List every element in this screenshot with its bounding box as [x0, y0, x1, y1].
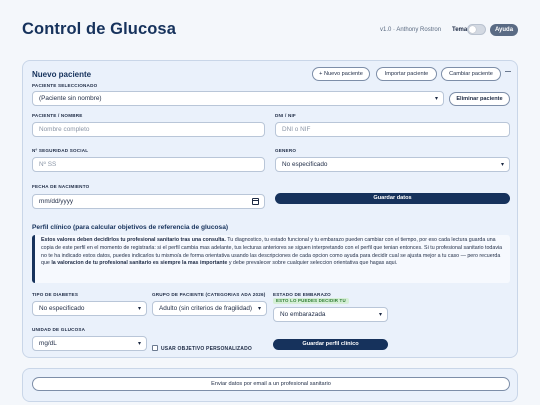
unit-value: mg/dL [39, 340, 57, 347]
ss-input[interactable]: Nº SS [32, 157, 265, 172]
birth-date-input[interactable]: mm/dd/yyyy [32, 194, 265, 209]
chevron-down-icon: ▾ [434, 95, 438, 102]
top-bar: Control de Glucosa v1.0 · Anthony Rostro… [0, 0, 540, 60]
chevron-down-icon: ▾ [378, 311, 382, 318]
dni-label: DNI / NIF [275, 113, 296, 118]
save-profile-button[interactable]: Guardar perfil clínico [273, 339, 388, 350]
chevron-down-icon: ▾ [500, 161, 504, 168]
chevron-down-icon: ▾ [257, 305, 261, 312]
name-label: PACIENTE / NOMBRE [32, 113, 83, 118]
patient-card: Nuevo paciente + Nuevo paciente Importar… [22, 60, 518, 358]
diabetes-value: No especificado [39, 305, 85, 312]
gender-label: GENERO [275, 148, 297, 153]
section-title-clinical-profile: Perfil clínico (para calcular objetivos … [32, 224, 229, 231]
unit-select[interactable]: mg/dL ▾ [32, 336, 147, 351]
unit-label: UNIDAD DE GLUCOSA [32, 327, 86, 332]
group-value: Adulto (sin criterios de fragilidad) [159, 305, 253, 312]
dni-input[interactable]: DNI o NIF [275, 122, 510, 137]
patient-select[interactable]: (Paciente sin nombre) ▾ [32, 91, 444, 106]
ss-label: Nº SEGURIDAD SOCIAL [32, 148, 89, 153]
name-placeholder: Nombre completo [39, 126, 90, 133]
ss-placeholder: Nº SS [39, 161, 57, 168]
pregnancy-select[interactable]: No embarazada ▾ [273, 307, 388, 322]
toggle-knob [469, 26, 476, 33]
diabetes-select[interactable]: No especificado ▾ [32, 301, 147, 316]
pregnancy-badge: ESTO LO PUEDES DECIDIR TU [273, 298, 349, 304]
theme-toggle[interactable] [467, 24, 486, 35]
save-data-button[interactable]: Guardar datos [275, 193, 510, 204]
gender-select[interactable]: No especificado ▾ [275, 157, 510, 172]
pregnancy-label: ESTADO DE EMBARAZO [273, 292, 331, 297]
app-title: Control de Glucosa [22, 20, 176, 38]
custom-target-label: USAR OBJETIVO PERSONALIZADO [161, 346, 252, 352]
group-label: GRUPO DE PACIENTE (CATEGORIAS ADA 2026) [152, 292, 266, 297]
help-button[interactable]: Ayuda [490, 24, 518, 36]
minus-icon[interactable] [505, 71, 511, 72]
new-patient-button[interactable]: + Nuevo paciente [312, 67, 370, 81]
info-bold-1: Estos valores deben decidirlos tu profes… [41, 237, 226, 243]
info-text-2: y debe prevalecer sobre cualquier selecc… [227, 260, 398, 267]
diabetes-label: TIPO DE DIABETES [32, 292, 79, 297]
pregnancy-value: No embarazada [280, 311, 326, 318]
group-select[interactable]: Adulto (sin criterios de fragilidad) ▾ [152, 301, 267, 316]
email-professional-button[interactable]: Enviar datos por email a un profesional … [32, 377, 510, 391]
patient-select-value: (Paciente sin nombre) [39, 95, 102, 102]
info-notice: Estos valores deben decidirlos tu profes… [32, 235, 510, 283]
switch-patient-button[interactable]: Cambiar paciente [441, 67, 501, 81]
dni-placeholder: DNI o NIF [282, 126, 311, 133]
name-input[interactable]: Nombre completo [32, 122, 265, 137]
birth-placeholder: mm/dd/yyyy [39, 198, 74, 205]
info-bold-2: la valoracion de tu profesional sanitari… [51, 260, 228, 267]
calendar-icon[interactable] [252, 198, 259, 205]
theme-label: Tema [452, 27, 468, 33]
version-text: v1.0 · Anthony Rostron [380, 27, 442, 33]
custom-target-checkbox[interactable] [152, 345, 158, 351]
email-card: Enviar datos por email a un profesional … [22, 368, 518, 402]
gender-value: No especificado [282, 161, 328, 168]
import-patient-button[interactable]: Importar paciente [376, 67, 437, 81]
delete-patient-button[interactable]: Eliminar paciente [449, 92, 510, 106]
chevron-down-icon: ▾ [137, 305, 141, 312]
chevron-down-icon: ▾ [137, 340, 141, 347]
selected-patient-label: PACIENTE SELECCIONADO [32, 83, 98, 88]
section-title-new-patient: Nuevo paciente [32, 70, 92, 79]
birth-label: FECHA DE NACIMIENTO [32, 184, 90, 189]
